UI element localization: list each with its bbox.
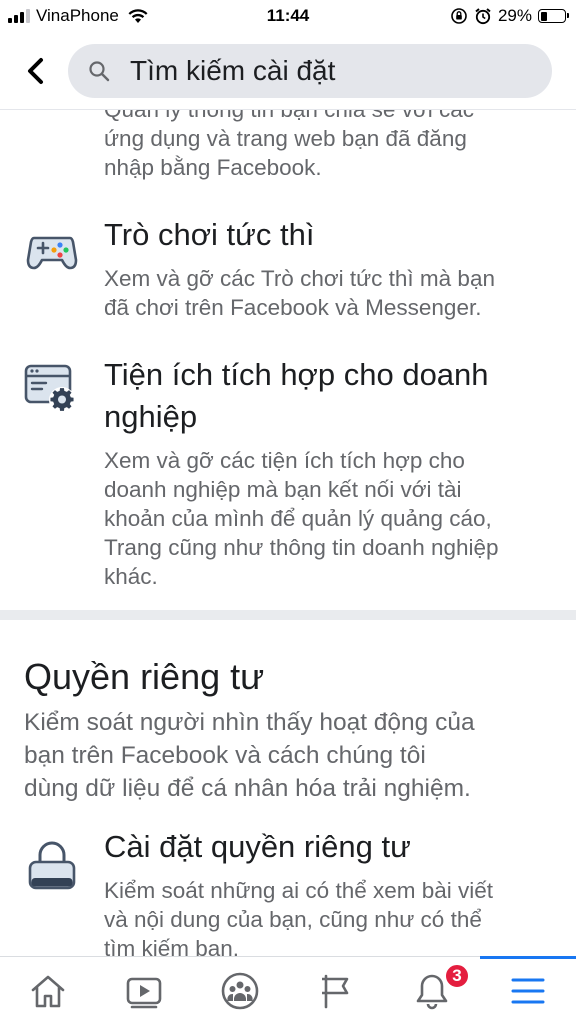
nav-notifications[interactable]: 3	[384, 957, 480, 1024]
notification-badge: 3	[444, 963, 470, 989]
settings-item-apps-websites[interactable]: Quản lý thông tin bạn chia sẻ với các ứn…	[0, 110, 576, 190]
search-input[interactable]	[130, 55, 510, 87]
item-title-line: Tiện ích tích hợp cho doanh	[104, 357, 489, 392]
settings-item-instant-games[interactable]: Trò chơi tức thì Xem và gỡ các Trò chơi …	[0, 210, 576, 330]
nav-menu[interactable]	[480, 956, 576, 1024]
item-description-line: Kiểm soát những ai có thể xem bài viết	[104, 878, 494, 903]
bottom-navigation: 3	[0, 956, 576, 1024]
item-description-line: khác.	[104, 564, 158, 589]
lock-icon	[28, 841, 76, 890]
battery-icon	[538, 9, 569, 23]
item-description-line: nhập bằng Facebook.	[104, 155, 322, 180]
item-description-line: Trang cũng như thông tin doanh nghiệp	[104, 535, 499, 560]
item-description-line: tìm kiếm bạn.	[104, 936, 240, 956]
search-bar[interactable]	[68, 44, 552, 98]
status-bar: VinaPhone 11:44 29%	[0, 0, 576, 34]
signal-icon	[8, 9, 30, 23]
settings-item-privacy-settings[interactable]: Cài đặt quyền riêng tư Kiểm soát những a…	[0, 826, 576, 956]
item-description-line: doanh nghiệp mà bạn kết nối với tài	[104, 477, 462, 502]
back-button[interactable]	[20, 54, 50, 88]
item-description-line: đã chơi trên Facebook và Messenger.	[104, 295, 482, 320]
pages-flag-icon	[322, 974, 349, 1008]
search-icon	[89, 61, 110, 82]
item-title: Cài đặt quyền riêng tư	[104, 829, 411, 864]
section-divider	[0, 610, 576, 620]
settings-item-business-integrations[interactable]: Tiện ích tích hợp cho doanh nghiệp Xem v…	[0, 350, 576, 600]
groups-icon	[221, 972, 259, 1009]
carrier-name: VinaPhone	[36, 6, 119, 25]
item-description-line: và nội dung của bạn, cũng như có thể	[104, 907, 482, 932]
chevron-left-icon	[28, 58, 43, 84]
settings-list: Quản lý thông tin bạn chia sẻ với các ứn…	[0, 110, 576, 956]
section-title: Quyền riêng tư	[24, 656, 265, 697]
menu-icon	[511, 978, 545, 1003]
item-description-partial: Quản lý thông tin bạn chia sẻ với các	[104, 110, 554, 124]
section-description-line: dùng dữ liệu để cá nhân hóa trải nghiệm.	[24, 775, 471, 802]
settings-search-header	[0, 34, 576, 110]
item-title-line: nghiệp	[104, 399, 198, 434]
item-title: Trò chơi tức thì	[104, 217, 315, 252]
nav-home[interactable]	[0, 957, 96, 1024]
home-icon	[31, 975, 65, 1007]
watch-video-icon	[126, 977, 162, 1008]
battery-level	[540, 11, 548, 21]
section-description-line: bạn trên Facebook và cách chúng tôi	[24, 742, 426, 769]
item-description-line: Xem và gỡ các Trò chơi tức thì mà bạn	[104, 266, 495, 291]
nav-pages[interactable]	[288, 957, 384, 1024]
battery-percentage: 29%	[497, 6, 532, 25]
alarm-icon	[475, 8, 491, 25]
status-right: 29%	[450, 6, 569, 26]
item-description-line: Xem và gỡ các tiện ích tích hợp cho	[104, 448, 465, 473]
item-description-line: khoản của mình để quản lý quảng cáo,	[104, 506, 492, 531]
wifi-icon	[128, 9, 148, 23]
orientation-lock-icon	[451, 8, 467, 24]
section-description-line: Kiểm soát người nhìn thấy hoạt động của	[24, 709, 475, 736]
status-left: VinaPhone	[8, 6, 149, 26]
gamepad-icon	[26, 236, 78, 270]
nav-groups[interactable]	[192, 957, 288, 1024]
item-description-line: ứng dụng và trang web bạn đã đăng	[104, 126, 467, 151]
business-integrations-icon	[24, 364, 75, 413]
nav-watch[interactable]	[96, 957, 192, 1024]
